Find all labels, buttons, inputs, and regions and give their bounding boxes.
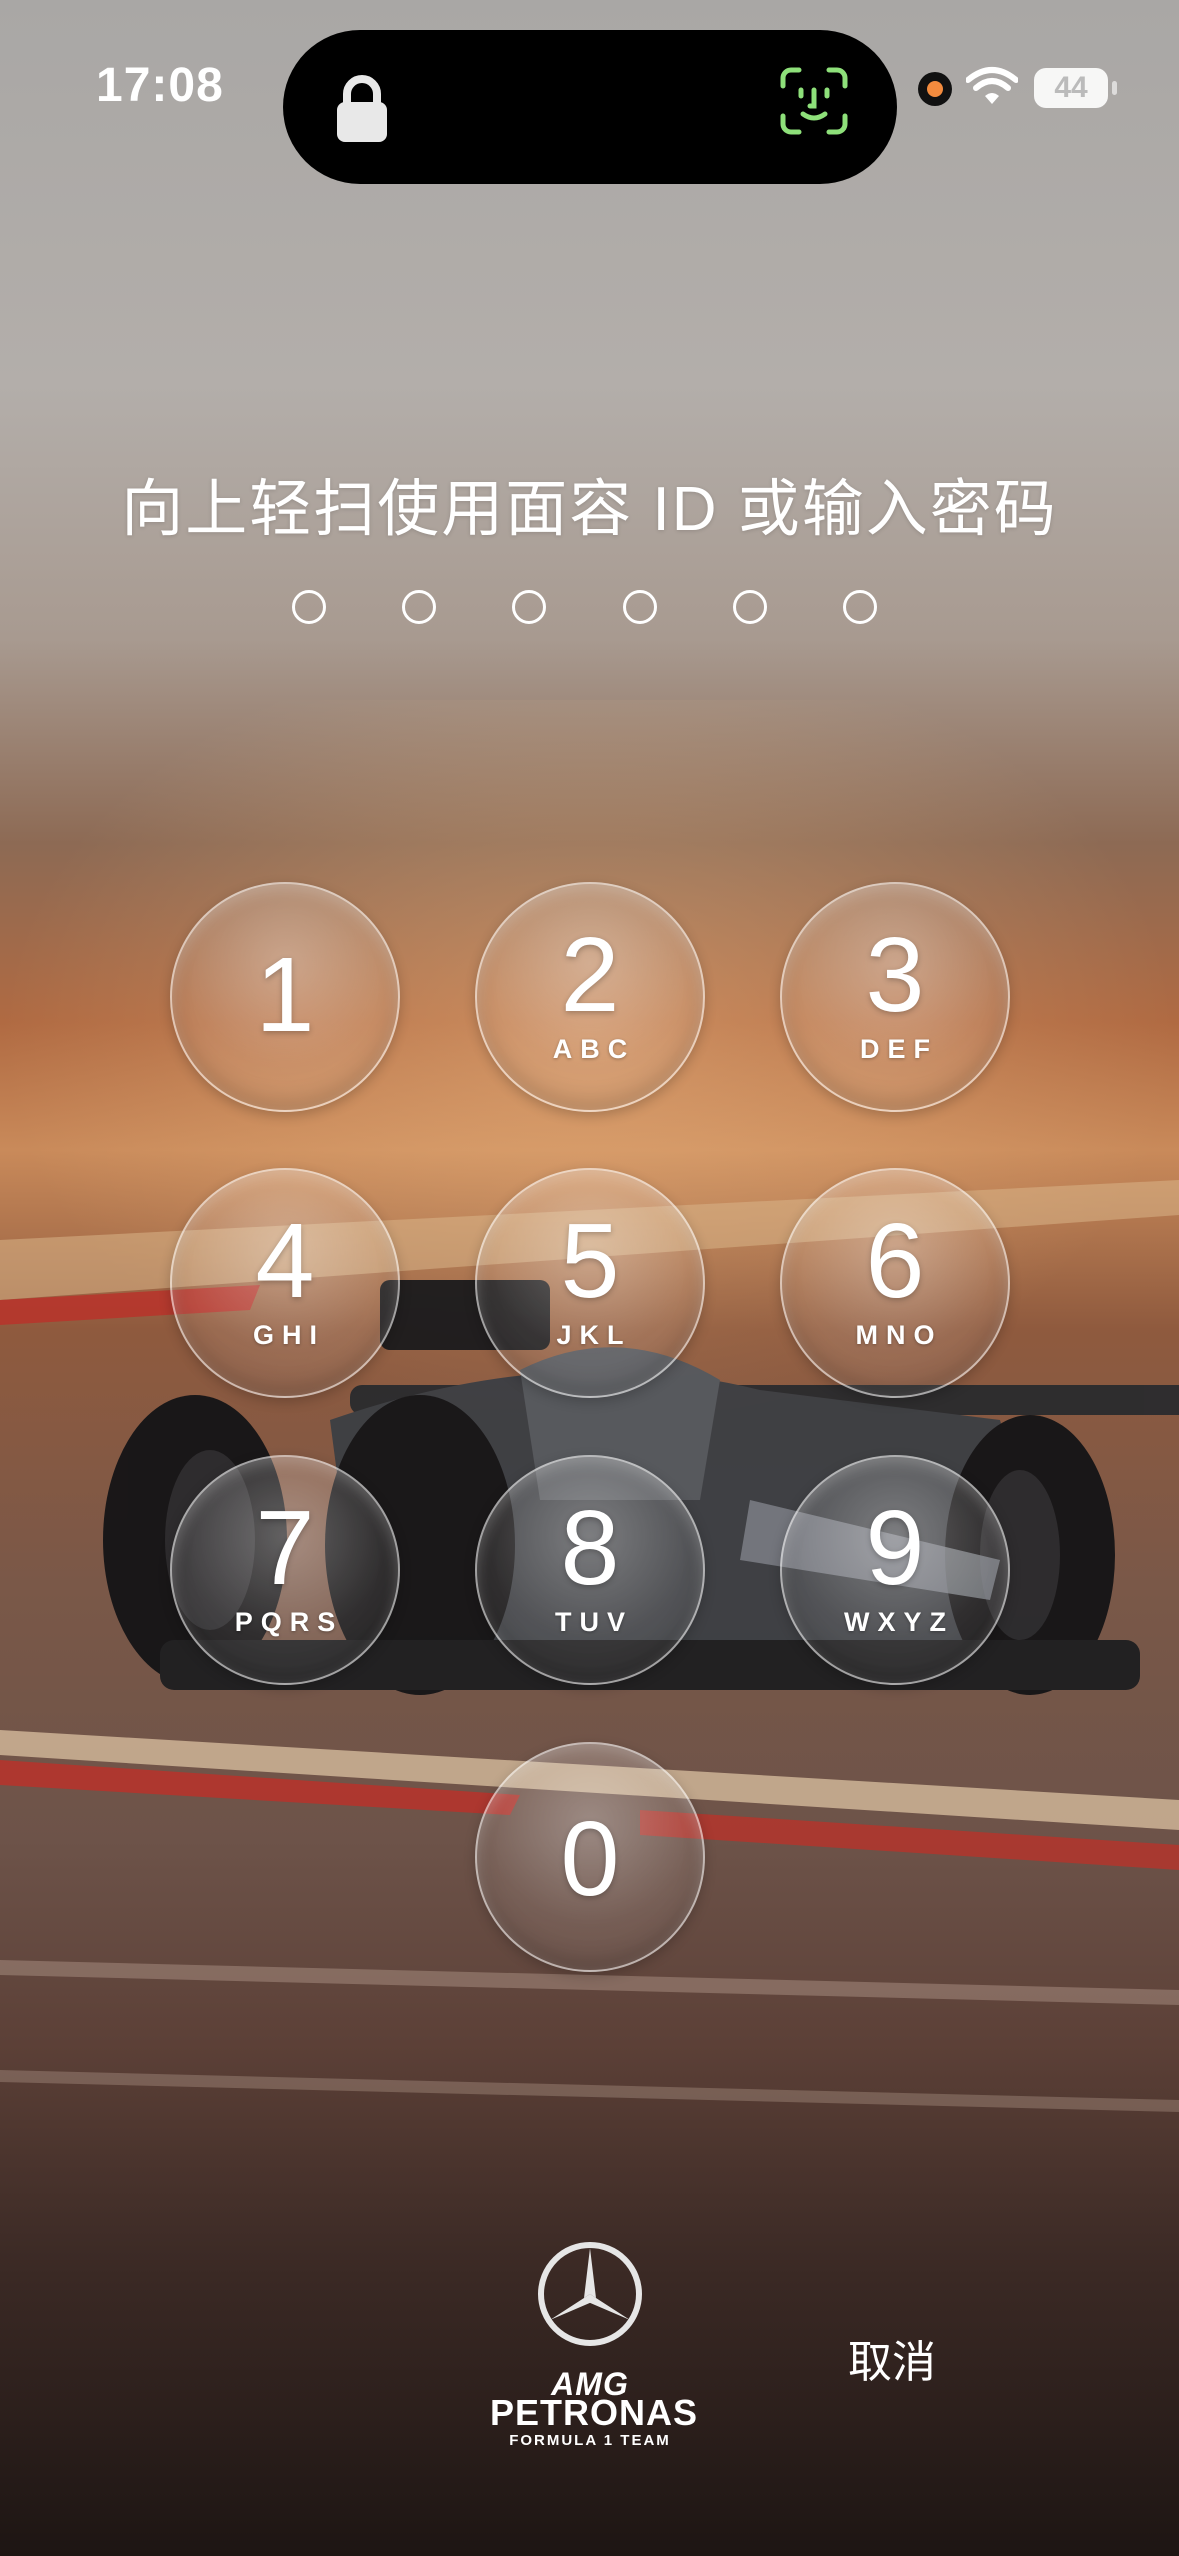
face-id-icon [779,66,849,141]
key-digit: 1 [255,936,315,1054]
key-2[interactable]: 2 ABC [475,882,705,1112]
key-digit: 6 [865,1202,925,1320]
key-6[interactable]: 6 MNO [780,1168,1010,1398]
key-letters: JKL [556,1320,632,1350]
key-4[interactable]: 4 GHI [170,1168,400,1398]
key-digit: 7 [255,1489,315,1607]
key-letters: PQRS [234,1607,344,1637]
key-1[interactable]: 1 [170,882,400,1112]
key-0[interactable]: 0 [475,1742,705,1972]
mercedes-star-icon [536,2240,644,2353]
key-letters: WXYZ [844,1607,954,1637]
battery-indicator: 44 [1034,68,1117,108]
team-wordmark: FORMULA 1 TEAM [509,2432,671,2449]
key-letters: ABC [552,1034,636,1064]
cancel-button[interactable]: 取消 [848,2326,936,2390]
key-letters: TUV [555,1607,633,1637]
key-digit: 4 [255,1202,315,1320]
key-digit: 3 [865,916,925,1034]
key-9[interactable]: 9 WXYZ [780,1455,1010,1685]
mercedes-amg-petronas-logo: AMG PETRONAS FORMULA 1 TEAM [490,2240,699,2450]
status-time: 17:08 [96,59,224,112]
key-digit: 2 [560,916,620,1034]
key-3[interactable]: 3 DEF [780,882,1010,1112]
lock-icon [335,74,389,149]
passcode-dot [402,590,436,624]
key-digit: 8 [560,1489,620,1607]
dynamic-island [283,30,897,184]
passcode-dot [843,590,877,624]
key-7[interactable]: 7 PQRS [170,1455,400,1685]
passcode-dot [623,590,657,624]
key-8[interactable]: 8 TUV [475,1455,705,1685]
key-letters: MNO [855,1320,943,1350]
key-digit: 5 [560,1202,620,1320]
passcode-dot [292,590,326,624]
passcode-dots [290,590,890,630]
passcode-dot [733,590,767,624]
key-digit: 0 [560,1800,620,1918]
key-letters: GHI [252,1320,325,1350]
petronas-wordmark: PETRONAS [490,2392,699,2433]
key-5[interactable]: 5 JKL [475,1168,705,1398]
wifi-icon [965,66,1019,111]
passcode-prompt: 向上轻扫使用面容 ID 或输入密码 [121,475,1058,544]
recording-indicator [918,72,952,106]
key-letters: DEF [860,1034,938,1064]
key-digit: 9 [865,1489,925,1607]
passcode-dot [512,590,546,624]
